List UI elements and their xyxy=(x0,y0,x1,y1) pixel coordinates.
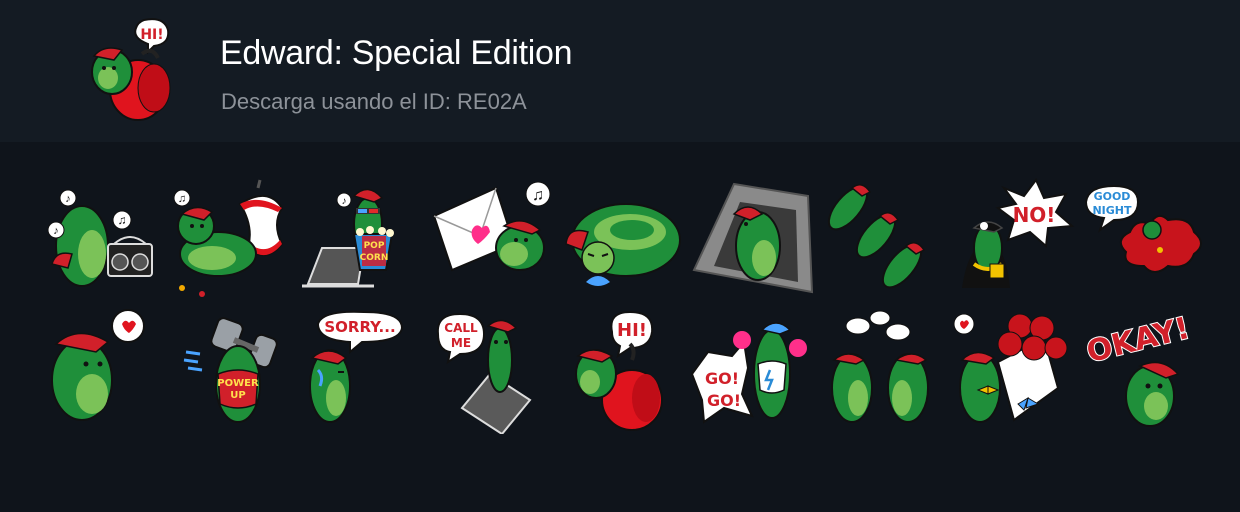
go-text-2: GO! xyxy=(707,391,741,410)
pack-title: Edward: Special Edition xyxy=(220,34,573,72)
svg-text:♫: ♫ xyxy=(178,193,186,205)
sticker-three-worms[interactable] xyxy=(818,174,948,304)
sticker-in-hole[interactable] xyxy=(688,174,818,304)
sorry-text: SORRY... xyxy=(324,318,395,336)
call-text: CALL xyxy=(444,321,478,335)
sticker-love-letter[interactable]: ♫ xyxy=(428,174,558,304)
sticker-call-me[interactable]: CALL ME xyxy=(428,304,558,434)
sticker-good-night[interactable]: GOOD NIGHT xyxy=(1078,174,1208,304)
okay-text: OKAY! xyxy=(1083,311,1193,370)
sticker-heart[interactable] xyxy=(38,304,168,434)
sticker-no-rapper[interactable]: NO! xyxy=(948,174,1078,304)
svg-text:♪: ♪ xyxy=(342,196,347,207)
pack-icon: HI! xyxy=(84,18,178,122)
me-text: ME xyxy=(451,336,471,350)
svg-text:♪: ♪ xyxy=(65,193,71,205)
sticker-go-go[interactable]: GO! GO! xyxy=(688,304,818,434)
up-text: UP xyxy=(230,390,245,401)
sticker-power-up[interactable]: POWER UP xyxy=(168,304,298,434)
svg-text:♪: ♪ xyxy=(53,225,59,237)
sticker-curled-sleeping[interactable] xyxy=(558,174,688,304)
svg-text:♫: ♫ xyxy=(532,187,544,204)
sticker-popcorn-laptop[interactable]: POP CORN ♪ xyxy=(298,174,428,304)
go-text-1: GO! xyxy=(705,369,739,388)
svg-text:♫: ♫ xyxy=(118,213,127,227)
no-text: NO! xyxy=(1013,203,1056,227)
sticker-eating-apple[interactable]: ♫ xyxy=(168,174,298,304)
pack-header: HI! Edward: Special Edition Descarga usa… xyxy=(0,0,1240,142)
sticker-music-boombox[interactable]: ♪ ♪ ♫ xyxy=(38,174,168,304)
sticker-hi-apple[interactable]: HI! xyxy=(558,304,688,434)
popcorn-top-text: POP xyxy=(364,241,385,251)
popcorn-bottom-text: CORN xyxy=(360,253,389,263)
sticker-grid: ♪ ♪ ♫ ♫ POP CORN ♪ ♫ NO! GOOD NIGHT POWE… xyxy=(38,174,1208,434)
night-text: NIGHT xyxy=(1092,204,1132,217)
sticker-roses-bouquet[interactable] xyxy=(948,304,1078,434)
good-text: GOOD xyxy=(1094,190,1131,203)
hi-text: HI! xyxy=(140,27,163,43)
power-text: POWER xyxy=(217,378,259,389)
pack-download-id: Descarga usando el ID: RE02A xyxy=(221,89,527,114)
sticker-gossip-pair[interactable] xyxy=(818,304,948,434)
sticker-okay[interactable]: OKAY! xyxy=(1078,304,1208,434)
sticker-sorry[interactable]: SORRY... xyxy=(298,304,428,434)
hi-text-sticker: HI! xyxy=(617,320,647,341)
